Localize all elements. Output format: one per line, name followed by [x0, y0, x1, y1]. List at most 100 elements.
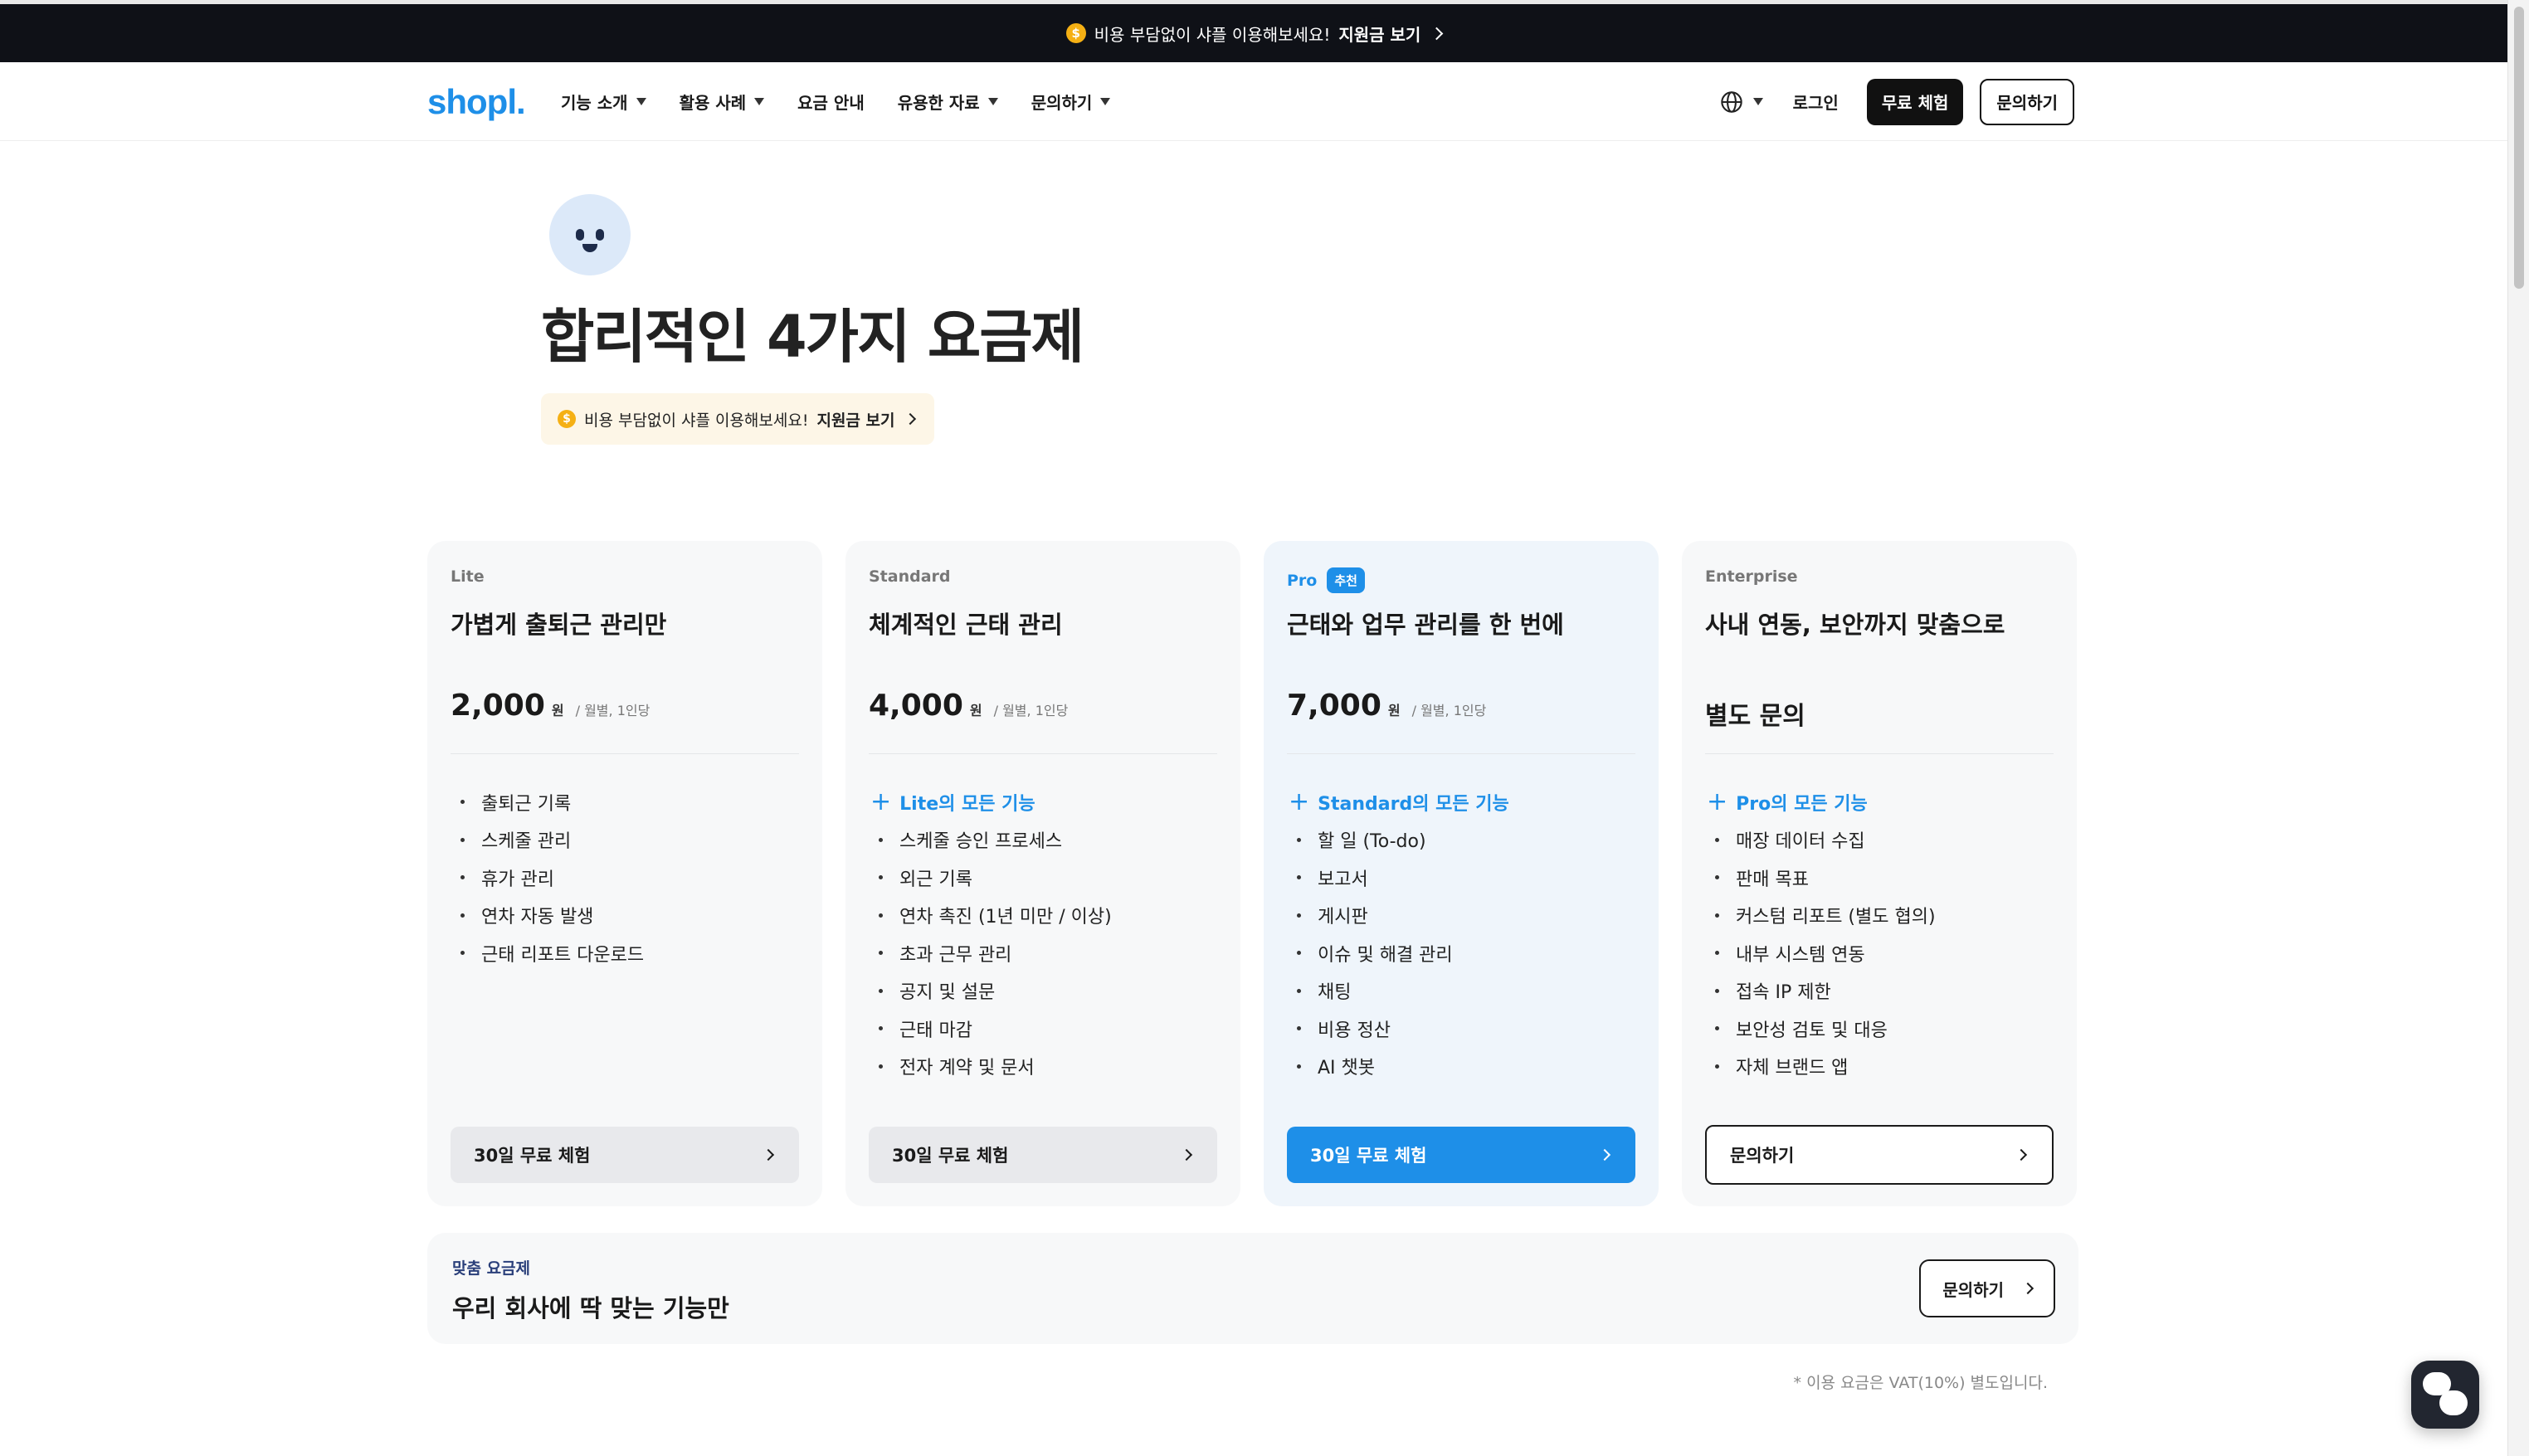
feature-item: 채팅 — [1287, 972, 1509, 1010]
price-unit: 원 — [969, 703, 982, 718]
divider — [451, 753, 799, 754]
includes-previous: Pro의 모든 기능 — [1705, 783, 1936, 821]
feature-item: 판매 목표 — [1705, 859, 1936, 897]
feature-item: 커스텀 리포트 (별도 협의) — [1705, 897, 1936, 935]
enterprise-contact-button[interactable]: 문의하기 — [1705, 1125, 2054, 1185]
plan-tier-label: Pro — [1287, 571, 1318, 590]
custom-plan-contact-button[interactable]: 문의하기 — [1919, 1259, 2055, 1317]
contact-button[interactable]: 문의하기 — [1980, 78, 2074, 125]
scrollbar-thumb[interactable] — [2514, 7, 2524, 289]
menu-item-contact[interactable]: 문의하기 — [1031, 90, 1111, 114]
mascot-eye — [576, 229, 584, 241]
feature-item: 스케줄 승인 프로세스 — [869, 821, 1112, 859]
plan-headline: 가볍게 출퇴근 관리만 — [451, 611, 667, 639]
menu-item-label: 기능 소개 — [561, 93, 628, 113]
pro-trial-button[interactable]: 30일 무료 체험 — [1287, 1127, 1635, 1183]
feature-item: 연차 자동 발생 — [451, 897, 644, 935]
caret-down-icon — [754, 98, 765, 105]
menu-item-use-cases[interactable]: 활용 사례 — [680, 90, 765, 114]
chevron-right-icon — [2021, 1282, 2034, 1295]
banner-link[interactable]: 지원금 보기 — [1338, 22, 1420, 46]
feature-item: 자체 브랜드 앱 — [1705, 1048, 1936, 1086]
feature-item: 보안성 검토 및 대응 — [1705, 1010, 1936, 1048]
lite-trial-button[interactable]: 30일 무료 체험 — [451, 1127, 799, 1183]
page-scrollbar[interactable] — [2507, 0, 2529, 1456]
coin-icon: $ — [1065, 23, 1086, 43]
mascot-icon — [549, 194, 631, 275]
feature-list: Pro의 모든 기능 매장 데이터 수집 판매 목표 커스텀 리포트 (별도 협… — [1705, 783, 1936, 1085]
plan-card-standard: Standard 체계적인 근태 관리 4,000 원 / 월별, 1인당 Li… — [845, 541, 1240, 1206]
feature-item: 내부 시스템 연동 — [1705, 934, 1936, 972]
free-trial-button[interactable]: 무료 체험 — [1866, 78, 1964, 125]
pill-text: 비용 부담없이 샤플 이용해보세요! — [584, 411, 809, 430]
promo-banner[interactable]: $ 비용 부담없이 샤플 이용해보세요! 지원금 보기 — [0, 4, 2507, 62]
plan-card-lite: Lite 가볍게 출퇴근 관리만 2,000 원 / 월별, 1인당 출퇴근 기… — [427, 541, 822, 1206]
custom-plan-title: 우리 회사에 딱 맞는 기능만 — [452, 1294, 729, 1322]
menu-item-resources[interactable]: 유용한 자료 — [898, 90, 998, 114]
mascot-eye — [596, 229, 604, 241]
cta-label: 30일 무료 체험 — [474, 1146, 591, 1166]
feature-item: 매장 데이터 수집 — [1705, 821, 1936, 859]
price-period: / 월별, 1인당 — [575, 703, 651, 718]
plan-tier: Standard — [869, 567, 951, 586]
plan-price: 4,000 원 / 월별, 1인당 — [869, 689, 1068, 723]
cta-label: 30일 무료 체험 — [1310, 1146, 1427, 1166]
chevron-right-icon — [762, 1148, 775, 1161]
feature-item: AI 챗봇 — [1287, 1048, 1509, 1086]
menu-item-label: 유용한 자료 — [897, 93, 980, 113]
shopl-logo[interactable]: shopl. — [427, 82, 526, 122]
caret-down-icon — [636, 98, 646, 105]
globe-icon — [1720, 90, 1742, 113]
feature-item: 외근 기록 — [869, 859, 1112, 897]
plan-tier: Pro 추천 — [1287, 567, 1365, 593]
divider — [869, 753, 1217, 754]
feature-item: 초과 근무 관리 — [869, 934, 1112, 972]
price-period: / 월별, 1인당 — [1411, 703, 1487, 718]
menu-item-label: 요금 안내 — [797, 93, 865, 113]
plan-price: 7,000 원 / 월별, 1인당 — [1287, 689, 1486, 723]
language-selector[interactable] — [1720, 90, 1763, 114]
coin-icon: $ — [558, 410, 576, 428]
caret-down-icon — [987, 98, 998, 105]
menu-item-label: 활용 사례 — [679, 93, 747, 113]
button-label: 문의하기 — [1942, 1279, 2004, 1300]
plan-tier: Enterprise — [1705, 567, 1798, 586]
pill-link[interactable]: 지원금 보기 — [816, 408, 894, 431]
feature-item: 휴가 관리 — [451, 859, 644, 897]
feature-list: Standard의 모든 기능 할 일 (To-do) 보고서 게시판 이슈 및… — [1287, 783, 1509, 1085]
plan-tier: Lite — [451, 567, 485, 586]
price-amount: 4,000 — [869, 689, 963, 723]
feature-item: 할 일 (To-do) — [1287, 821, 1509, 859]
feature-item: 이슈 및 해결 관리 — [1287, 934, 1509, 972]
plan-headline: 사내 연동, 보안까지 맞춤으로 — [1705, 611, 2005, 639]
subsidy-pill[interactable]: $ 비용 부담없이 샤플 이용해보세요! 지원금 보기 — [541, 393, 935, 445]
chevron-right-icon — [1180, 1148, 1193, 1161]
plan-card-pro: Pro 추천 근태와 업무 관리를 한 번에 7,000 원 / 월별, 1인당… — [1264, 541, 1659, 1206]
feature-list: Lite의 모든 기능 스케줄 승인 프로세스 외근 기록 연차 촉진 (1년 … — [869, 783, 1112, 1085]
custom-plan-card: 맞춤 요금제 우리 회사에 딱 맞는 기능만 문의하기 — [427, 1233, 2078, 1344]
recommended-badge: 추천 — [1327, 567, 1365, 593]
caret-down-icon — [1752, 98, 1763, 105]
chat-widget-button[interactable] — [2411, 1361, 2479, 1429]
feature-item: 비용 정산 — [1287, 1010, 1509, 1048]
includes-previous: Lite의 모든 기능 — [869, 783, 1112, 821]
menu-item-pricing[interactable]: 요금 안내 — [797, 90, 865, 114]
login-link[interactable]: 로그인 — [1793, 90, 1839, 114]
cta-label: 30일 무료 체험 — [892, 1146, 1009, 1166]
main-menu: 기능 소개 활용 사례 요금 안내 유용한 자료 문의하기 — [561, 62, 1111, 141]
feature-item: 출퇴근 기록 — [451, 783, 644, 821]
caret-down-icon — [1100, 98, 1111, 105]
price-unit: 원 — [551, 703, 564, 718]
price-amount: 2,000 — [451, 689, 545, 723]
chevron-right-icon — [2015, 1148, 2028, 1161]
mascot-mouth — [582, 244, 597, 252]
plan-price: 별도 문의 — [1705, 702, 1805, 731]
feature-item: 공지 및 설문 — [869, 972, 1112, 1010]
standard-trial-button[interactable]: 30일 무료 체험 — [869, 1127, 1217, 1183]
feature-item: 전자 계약 및 문서 — [869, 1048, 1112, 1086]
plan-price: 2,000 원 / 월별, 1인당 — [451, 689, 650, 723]
plan-headline: 근태와 업무 관리를 한 번에 — [1287, 611, 1564, 639]
feature-item: 보고서 — [1287, 859, 1509, 897]
menu-item-features[interactable]: 기능 소개 — [561, 90, 646, 114]
feature-item: 연차 촉진 (1년 미만 / 이상) — [869, 897, 1112, 935]
